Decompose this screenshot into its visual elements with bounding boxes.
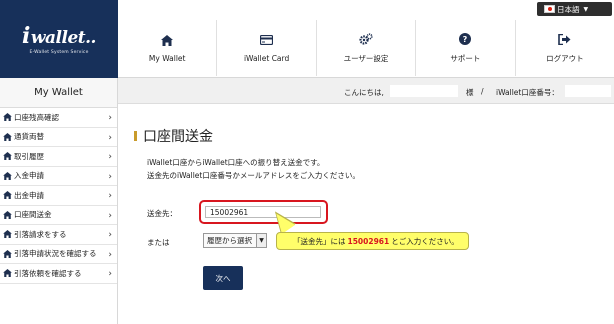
nav-label: ログアウト <box>546 54 584 63</box>
logo[interactable]: iwallet.. E-Wallet System Service <box>0 0 118 78</box>
destination-highlight <box>199 200 328 224</box>
chevron-right-icon: › <box>108 269 112 279</box>
home-icon <box>160 33 174 47</box>
next-button[interactable]: 次へ <box>203 266 243 290</box>
tooltip-suffix: とご入力ください。 <box>391 236 459 246</box>
title-accent <box>134 131 137 141</box>
nav-label: iWallet Card <box>243 54 290 63</box>
chevron-down-icon: ▼ <box>583 5 589 13</box>
sidebar-item-history[interactable]: 取引履歴 › <box>0 147 117 167</box>
tooltip-prefix: 「送金先」には <box>293 236 346 246</box>
description: iWallet口座からiWallet口座への振り替え送金です。 送金先のiWal… <box>147 156 360 182</box>
sidebar-item-debit-status[interactable]: 引落申請状況を確認する › <box>0 245 117 264</box>
sidebar-item-label: 口座残高確認 <box>14 112 59 122</box>
account-number-label: iWallet口座番号： <box>496 88 559 97</box>
nav-my-wallet[interactable]: My Wallet <box>118 20 218 76</box>
chevron-right-icon: › <box>108 210 112 221</box>
page-title: 口座間送金 <box>134 126 213 146</box>
chevron-right-icon: › <box>108 132 112 143</box>
chevron-right-icon: › <box>108 152 112 162</box>
sidebar-item-label: 入金申請 <box>14 171 44 181</box>
hint-tooltip: 「送金先」には 15002961 とご入力ください。 <box>276 232 469 250</box>
home-icon <box>3 171 12 180</box>
nav-label: ユーザー設定 <box>343 54 389 63</box>
question-circle-icon: ? <box>458 32 472 46</box>
sidebar-item-label: 引落申請状況を確認する <box>14 249 97 259</box>
destination-label: 送金先： <box>147 209 177 218</box>
language-selector[interactable]: 日本語 ▼ <box>537 2 612 16</box>
sidebar-item-label: 取引履歴 <box>14 151 44 161</box>
history-select[interactable]: 履歴から選択 ▼ <box>203 233 267 248</box>
sidebar-item-debit-request[interactable]: 引落請求をする › <box>0 225 117 245</box>
card-icon <box>260 33 274 47</box>
svg-text:?: ? <box>463 35 468 44</box>
sidebar-item-deposit[interactable]: 入金申請 › <box>0 167 117 186</box>
sidebar-item-label: 引落依頼を確認する <box>14 268 82 278</box>
home-icon <box>3 113 12 122</box>
home-icon <box>3 210 12 219</box>
chevron-right-icon: › <box>108 191 112 201</box>
gears-icon <box>359 32 373 46</box>
top-bar: 日本語 ▼ My Wallet iWallet Card ユーザー設定 ? サポ… <box>118 0 614 78</box>
history-select-value: 履歴から選択 <box>207 236 252 245</box>
or-label: または <box>147 238 170 247</box>
chevron-right-icon: › <box>108 113 112 123</box>
nav-user-settings[interactable]: ユーザー設定 <box>317 20 417 76</box>
home-icon <box>3 132 12 141</box>
nav-label: My Wallet <box>148 54 186 63</box>
description-line: iWallet口座からiWallet口座への振り替え送金です。 <box>147 158 325 167</box>
sidebar-item-label: 引落請求をする <box>14 229 67 239</box>
home-icon <box>3 230 12 239</box>
sidebar-item-label: 出金申請 <box>14 190 44 200</box>
nav-support[interactable]: ? サポート <box>416 20 516 76</box>
user-name-field <box>390 85 458 97</box>
separator: / <box>481 87 484 96</box>
tooltip-value: 15002961 <box>347 236 390 246</box>
sidebar-item-exchange[interactable]: 通貨両替 › <box>0 128 117 147</box>
sidebar: My Wallet 口座残高確認 › 通貨両替 › 取引履歴 › 入金申請 › … <box>0 78 118 324</box>
sidebar-item-withdrawal[interactable]: 出金申請 › <box>0 186 117 206</box>
nav-logout[interactable]: ログアウト <box>516 20 614 76</box>
chevron-right-icon: › <box>108 230 112 240</box>
logout-icon <box>558 32 572 46</box>
main-content: 口座間送金 iWallet口座からiWallet口座への振り替え送金です。 送金… <box>118 104 614 324</box>
greeting-bar: こんにちは, 様 / iWallet口座番号： <box>118 78 614 104</box>
language-label: 日本語 <box>557 4 580 14</box>
chevron-down-icon: ▼ <box>256 234 266 247</box>
greeting-text: こんにちは, <box>344 88 384 97</box>
destination-input[interactable] <box>205 206 321 218</box>
nav-iwallet-card[interactable]: iWallet Card <box>217 20 317 76</box>
sidebar-item-debit-confirm[interactable]: 引落依頼を確認する › <box>0 264 117 284</box>
logo-tagline: E-Wallet System Service <box>29 50 89 55</box>
description-line: 送金先のiWallet口座番号かメールアドレスをご入力ください。 <box>147 171 360 180</box>
page-title-text: 口座間送金 <box>143 129 213 145</box>
sidebar-title: My Wallet <box>0 78 117 108</box>
honorific-text: 様 <box>466 88 474 97</box>
home-icon <box>3 269 12 278</box>
account-number-field <box>565 85 611 97</box>
sidebar-item-label: 口座間送金 <box>14 210 52 220</box>
sidebar-item-balance[interactable]: 口座残高確認 › <box>0 108 117 128</box>
nav-label: サポート <box>450 54 481 63</box>
sidebar-item-label: 通貨両替 <box>14 132 44 142</box>
sidebar-item-transfer[interactable]: 口座間送金 › <box>0 206 117 225</box>
home-icon <box>3 191 12 200</box>
home-icon <box>3 249 12 258</box>
japan-flag-icon <box>544 5 555 13</box>
logo-text: iwallet.. <box>22 23 96 49</box>
chevron-right-icon: › <box>108 249 112 260</box>
home-icon <box>3 152 12 161</box>
chevron-right-icon: › <box>108 171 112 182</box>
main-nav: My Wallet iWallet Card ユーザー設定 ? サポート ログア… <box>118 20 614 76</box>
